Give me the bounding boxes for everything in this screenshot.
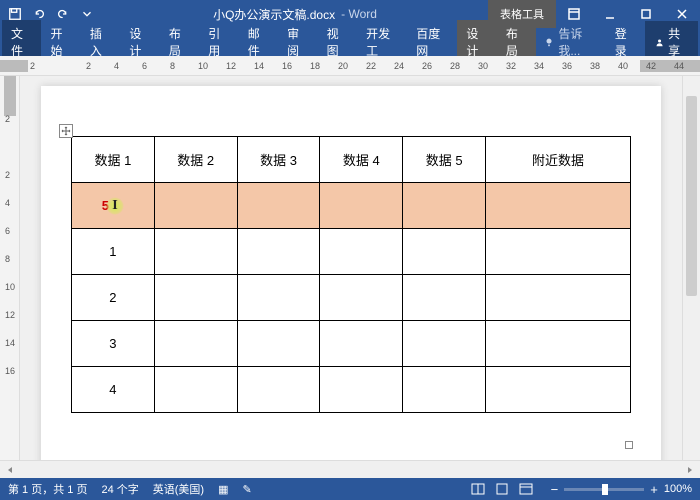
table-header-row: 数据 1 数据 2 数据 3 数据 4 数据 5 附近数据	[72, 137, 631, 183]
table-cell[interactable]	[403, 229, 486, 275]
table-cell[interactable]	[320, 367, 403, 413]
header-cell[interactable]: 数据 2	[154, 137, 237, 183]
data-table[interactable]: 数据 1 数据 2 数据 3 数据 4 数据 5 附近数据 5	[71, 136, 631, 413]
vertical-ruler[interactable]: 2246810121416	[0, 76, 20, 460]
macro-icon[interactable]: ▦	[218, 483, 228, 496]
table-cell[interactable]	[403, 367, 486, 413]
edit-cell[interactable]: 5	[72, 183, 155, 229]
ribbon-options-button[interactable]	[556, 0, 592, 28]
read-mode-button[interactable]	[467, 480, 489, 498]
table-cell[interactable]	[486, 183, 631, 229]
ibeam-cursor-icon	[106, 197, 124, 215]
track-changes-icon[interactable]: ✎	[243, 483, 252, 496]
page[interactable]: 数据 1 数据 2 数据 3 数据 4 数据 5 附近数据 5	[41, 86, 661, 460]
table-cell[interactable]	[320, 183, 403, 229]
web-layout-button[interactable]	[515, 480, 537, 498]
table-cell[interactable]	[154, 321, 237, 367]
view-mode-buttons	[467, 480, 537, 498]
table-row: 2	[72, 275, 631, 321]
table-cell[interactable]	[486, 367, 631, 413]
horizontal-ruler[interactable]: 2246810121416182022242628303234363840424…	[0, 56, 700, 76]
table-row: 4	[72, 367, 631, 413]
table-cell[interactable]	[154, 183, 237, 229]
table-cell[interactable]	[320, 321, 403, 367]
table-cell[interactable]	[320, 229, 403, 275]
app-name: - Word	[341, 7, 377, 21]
table-cell[interactable]	[237, 321, 320, 367]
vertical-scrollbar[interactable]	[682, 76, 700, 460]
scroll-right-arrow[interactable]	[682, 462, 698, 478]
header-cell[interactable]: 数据 4	[320, 137, 403, 183]
status-bar: 第 1 页，共 1 页 24 个字 英语(美国) ▦ ✎ − + 100%	[0, 478, 700, 500]
table-cell[interactable]	[403, 183, 486, 229]
scroll-left-arrow[interactable]	[2, 462, 18, 478]
document-viewport: 数据 1 数据 2 数据 3 数据 4 数据 5 附近数据 5	[20, 76, 682, 460]
table-cell[interactable]	[403, 321, 486, 367]
table-cell[interactable]	[486, 229, 631, 275]
zoom-value[interactable]: 100%	[664, 483, 692, 495]
header-cell[interactable]: 附近数据	[486, 137, 631, 183]
print-layout-button[interactable]	[491, 480, 513, 498]
language-status[interactable]: 英语(美国)	[153, 481, 204, 497]
table-cell[interactable]: 4	[72, 367, 155, 413]
table-cell[interactable]	[237, 229, 320, 275]
zoom-slider-thumb[interactable]	[602, 484, 608, 495]
table-cell[interactable]: 3	[72, 321, 155, 367]
table-cell[interactable]	[486, 275, 631, 321]
person-icon	[655, 37, 664, 48]
table-move-handle[interactable]	[59, 124, 73, 138]
table-cell[interactable]	[320, 275, 403, 321]
tell-me-search[interactable]: 告诉我...	[536, 25, 604, 59]
minimize-button[interactable]	[592, 0, 628, 28]
table-cell[interactable]	[154, 275, 237, 321]
table-cell[interactable]	[237, 367, 320, 413]
horizontal-scrollbar[interactable]	[0, 460, 700, 478]
table-cell[interactable]: 2	[72, 275, 155, 321]
scrollbar-thumb[interactable]	[686, 96, 697, 296]
zoom-slider[interactable]	[564, 488, 644, 491]
zoom-out-button[interactable]: −	[551, 482, 559, 497]
header-cell[interactable]: 数据 5	[403, 137, 486, 183]
header-cell[interactable]: 数据 1	[72, 137, 155, 183]
table-cell[interactable]	[154, 367, 237, 413]
table-resize-handle[interactable]	[625, 441, 633, 449]
table-cell[interactable]	[403, 275, 486, 321]
table-row: 3	[72, 321, 631, 367]
zoom-in-button[interactable]: +	[650, 482, 658, 497]
zoom-control: − + 100%	[551, 482, 692, 497]
text-cursor: 5	[102, 197, 124, 215]
page-count[interactable]: 第 1 页，共 1 页	[8, 481, 87, 497]
table-cell[interactable]	[237, 183, 320, 229]
ribbon-tabs: 文件 开始 插入 设计 布局 引用 邮件 审阅 视图 开发工 百度网 设计 布局…	[0, 28, 700, 56]
table-cell[interactable]	[237, 275, 320, 321]
header-cell[interactable]: 数据 3	[237, 137, 320, 183]
table-cell[interactable]: 1	[72, 229, 155, 275]
table-row-highlighted: 5	[72, 183, 631, 229]
table-cell[interactable]	[486, 321, 631, 367]
lightbulb-icon	[544, 36, 554, 48]
table-row: 1	[72, 229, 631, 275]
word-count[interactable]: 24 个字	[101, 481, 138, 497]
table-cell[interactable]	[154, 229, 237, 275]
login-link[interactable]: 登录	[605, 25, 645, 59]
